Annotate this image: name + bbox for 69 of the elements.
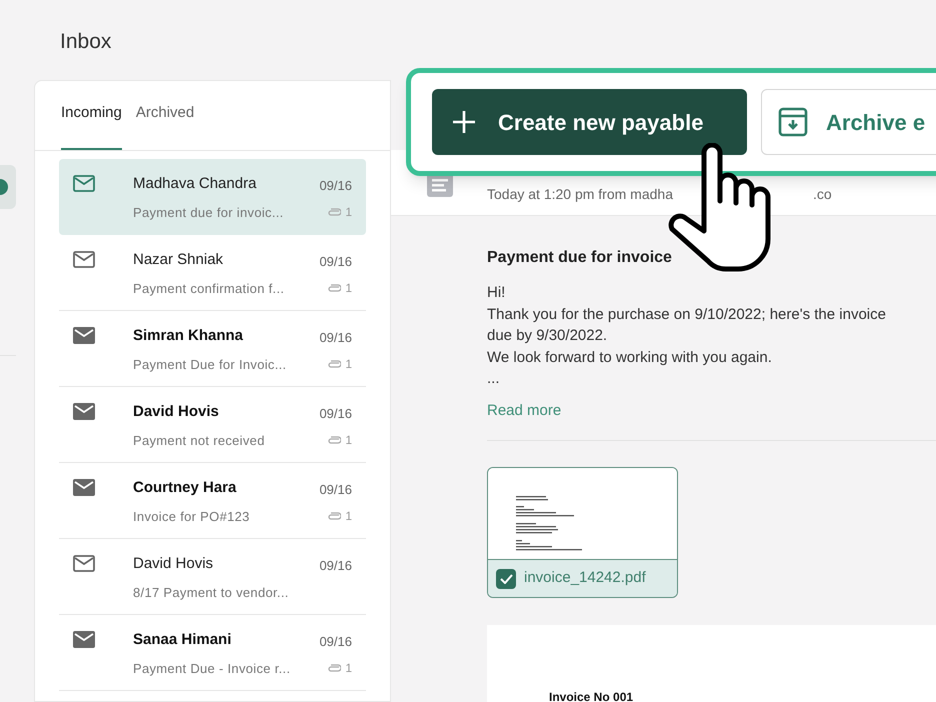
message-text: Hi! xyxy=(487,283,506,303)
message-date: 09/16 xyxy=(319,329,352,347)
attachment-filename: invoice_14242.pdf xyxy=(524,568,646,588)
paperclip-icon xyxy=(327,664,342,672)
message-row[interactable]: Sanaa Himani Payment Due - Invoice r... 09/16 1 xyxy=(59,615,366,691)
sender-name: Madhava Chandra xyxy=(133,174,258,194)
message-preview: Payment due for invoic... xyxy=(133,204,285,222)
envelope-icon xyxy=(73,479,95,496)
message-preview: 8/17 Payment to vendor... xyxy=(133,584,290,602)
message-row[interactable]: David Hovis Payment not received 09/16 1 xyxy=(59,387,366,463)
message-date: 09/16 xyxy=(319,633,352,651)
envelope-icon xyxy=(73,251,95,268)
message-text: Thank you for the purchase on 9/10/2022; here's the invoice xyxy=(487,304,886,324)
paperclip-icon xyxy=(327,208,342,216)
sender-name: Nazar Shniak xyxy=(133,250,224,270)
nav-item[interactable] xyxy=(0,165,16,209)
message-row[interactable]: Madhava Chandra Payment due for invoic... 09/16 1 xyxy=(59,159,366,235)
envelope-icon xyxy=(73,631,95,648)
page-title: Inbox xyxy=(60,29,112,55)
message-meta: .co xyxy=(813,185,832,204)
message-text: ... xyxy=(487,369,500,389)
message-preview: Payment Due - Invoice r... xyxy=(133,660,292,678)
paperclip-icon xyxy=(327,436,342,444)
paperclip-icon xyxy=(327,284,342,292)
message-preview: Invoice for PO#123 xyxy=(133,508,251,526)
message-date: 09/16 xyxy=(319,253,352,271)
attachment-card[interactable]: invoice_14242.pdf xyxy=(487,467,678,598)
invoice-title: Invoice No 001 xyxy=(549,690,634,702)
archive-box-icon xyxy=(778,107,808,137)
plus-icon xyxy=(452,110,476,134)
message-subject: Payment due for invoice xyxy=(487,248,672,268)
checkmark-icon xyxy=(500,574,512,584)
read-more-link[interactable]: Read more xyxy=(487,400,562,422)
checkbox[interactable] xyxy=(496,568,516,588)
message-row[interactable]: Simran Khanna Payment Due for Invoic... 09/16 1 xyxy=(59,311,366,387)
attachment-count: 1 xyxy=(345,660,352,676)
tab[interactable]: Archived xyxy=(136,102,194,150)
message-row[interactable]: David Hovis 8/17 Payment to vendor... 09/16 xyxy=(59,539,366,615)
message-row[interactable]: Nazar Shniak Payment confirmation f... 09/16 1 xyxy=(59,235,366,311)
message-preview: Payment not received xyxy=(133,432,266,450)
attachment-count: 1 xyxy=(345,280,352,296)
sender-name: David Hovis xyxy=(133,554,214,574)
create-payable-button[interactable]: Create new payable xyxy=(432,89,747,155)
envelope-icon xyxy=(73,403,95,420)
envelope-icon xyxy=(73,327,95,344)
attachment-count: 1 xyxy=(345,204,352,220)
sender-name: Simran Khanna xyxy=(133,326,244,346)
envelope-icon xyxy=(73,175,95,192)
attachment-count: 1 xyxy=(345,356,352,372)
paperclip-icon xyxy=(327,360,342,368)
message-date: 09/16 xyxy=(319,405,352,423)
message-preview: Payment Due for Invoic... xyxy=(133,356,288,374)
message-preview: Payment confirmation f... xyxy=(133,280,286,298)
attachment-count: 1 xyxy=(345,432,352,448)
sender-name: Sanaa Himani xyxy=(133,630,232,650)
paperclip-icon xyxy=(327,512,342,520)
sender-name: Courtney Hara xyxy=(133,478,238,498)
message-date: 09/16 xyxy=(319,177,352,195)
sender-name: David Hovis xyxy=(133,402,220,422)
message-text: We look forward to working with you again. xyxy=(487,348,772,368)
message-text: due by 9/30/2022. xyxy=(487,326,608,346)
message-date: 09/16 xyxy=(319,481,352,499)
message-row[interactable]: Courtney Hara Invoice for PO#123 09/16 1 xyxy=(59,463,366,539)
tab[interactable]: Incoming xyxy=(61,102,122,150)
message-date: 09/16 xyxy=(319,557,352,575)
archive-button[interactable]: Archive e xyxy=(761,89,936,155)
message-meta: Today at 1:20 pm from madha xyxy=(487,185,673,204)
attachment-count: 1 xyxy=(345,508,352,524)
envelope-icon xyxy=(73,555,95,572)
